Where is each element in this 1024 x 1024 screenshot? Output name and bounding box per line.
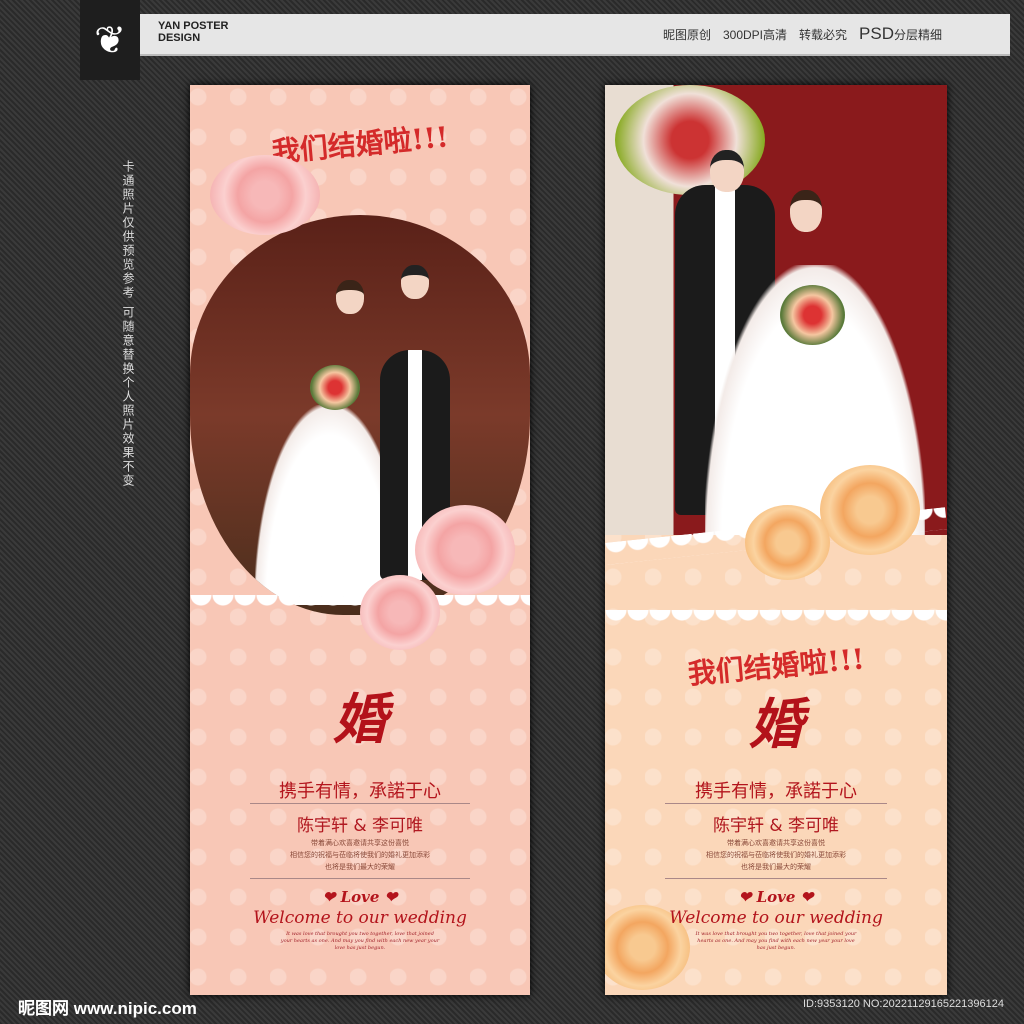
rose-decoration bbox=[360, 575, 440, 650]
rose-decoration bbox=[745, 505, 830, 580]
psd-suffix: 分层精细 bbox=[893, 28, 942, 42]
header-tags: 昵图原创 300DPI高清 转载必究 PSD分层精细 bbox=[663, 24, 942, 44]
rose-decoration bbox=[415, 505, 515, 595]
poster-pink: 我们结婚啦!!! 婚 携手有情，承諾于心 陈宇轩 & 李可唯 带着满心欢喜邀请共… bbox=[190, 85, 530, 995]
couple-illustration bbox=[605, 85, 947, 535]
welcome-text: Welcome to our wedding bbox=[669, 908, 883, 928]
love-label: ❤ Love ❤ bbox=[322, 888, 398, 906]
invitation-text: 带着满心欢喜邀请共享这份喜悦 相信您的祝福与莅临将使我们的婚礼更加添彩 也将是我们最… bbox=[706, 839, 846, 871]
tag: 300DPI高清 bbox=[722, 28, 787, 42]
slogan: 携手有情，承諾于心 bbox=[695, 781, 857, 802]
brand-name: YAN POSTER DESIGN bbox=[158, 20, 229, 44]
poster-peach: 我们结婚啦!!! 婚 携手有情，承諾于心 陈宇轩 & 李可唯 带着满心欢喜邀请共… bbox=[605, 85, 947, 995]
english-verse: It was love that brought you two togethe… bbox=[695, 931, 857, 951]
side-note: 卡通照片仅供预览参考 可随意替换个人照片效果不变 bbox=[121, 160, 135, 488]
invitation-text: 带着满心欢喜邀请共享这份喜悦 相信您的祝福与莅临将使我们的婚礼更加添彩 也将是我们最… bbox=[290, 839, 430, 871]
hun-calligraphy: 婚 bbox=[749, 692, 803, 756]
logo-icon: ❦ bbox=[80, 0, 140, 80]
welcome-text: Welcome to our wedding bbox=[253, 908, 467, 928]
english-verse: It was love that brought you two togethe… bbox=[280, 931, 440, 951]
brand-line2: DESIGN bbox=[158, 32, 201, 44]
rose-decoration bbox=[210, 155, 320, 235]
tag: 昵图原创 bbox=[662, 28, 711, 42]
love-label: ❤ Love ❤ bbox=[738, 888, 814, 906]
couple-names: 陈宇轩 & 李可唯 bbox=[296, 816, 424, 836]
tag: 转载必究 bbox=[799, 28, 848, 42]
hun-calligraphy: 婚 bbox=[333, 687, 387, 751]
couple-names: 陈宇轩 & 李可唯 bbox=[712, 816, 840, 836]
site-watermark: 昵图网 www.nipic.com bbox=[18, 999, 197, 1018]
psd-label: PSD bbox=[859, 24, 894, 43]
image-id: ID:9353120 NO:20221129165221396124 bbox=[802, 998, 1004, 1010]
brand-line1: YAN POSTER bbox=[158, 20, 229, 32]
rose-decoration bbox=[820, 465, 920, 555]
slogan: 携手有情，承諾于心 bbox=[279, 781, 441, 802]
